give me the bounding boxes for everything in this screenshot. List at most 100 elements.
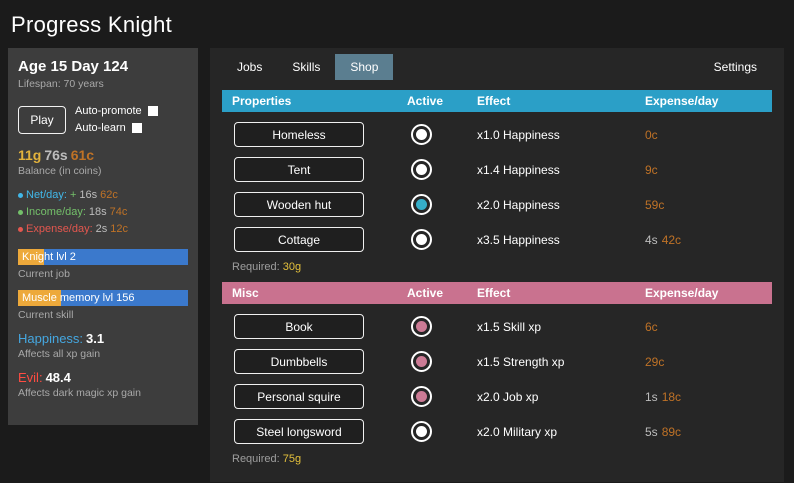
shop-content: Properties Active Effect Expense/day Hom…: [210, 80, 784, 474]
auto-promote-toggle[interactable]: Auto-promote: [75, 105, 158, 117]
layout: Age 15 Day 124 Lifespan: 70 years Play A…: [0, 48, 794, 482]
sidebar: Age 15 Day 124 Lifespan: 70 years Play A…: [8, 48, 198, 425]
expense-copper: 12c: [110, 223, 128, 235]
job-bar-label: Knight lvl 2: [18, 249, 188, 265]
indicator-dot: [416, 321, 427, 332]
active-indicator-book[interactable]: [411, 316, 432, 337]
evil-caption: Affects dark magic xp gain: [18, 387, 188, 399]
expense-per-day-row: Expense/day: 2s 12c: [18, 223, 188, 235]
play-row: Play Auto-promote Auto-learn: [18, 105, 188, 134]
current-job-progressbar: Knight lvl 2: [18, 249, 188, 265]
current-skill-progressbar: Muscle memory lvl 156: [18, 290, 188, 306]
active-indicator-steel-longsword[interactable]: [411, 421, 432, 442]
happiness-label: Happiness:: [18, 331, 83, 346]
expense-tent: 9c: [645, 163, 772, 177]
misc-col-effect: Effect: [477, 286, 645, 300]
expense-copper-value: 89c: [662, 425, 681, 439]
expense-copper-value: 9c: [645, 163, 658, 177]
income-copper: 74c: [110, 206, 128, 218]
shop-item-book-button[interactable]: Book: [234, 314, 364, 339]
active-indicator-homeless[interactable]: [411, 124, 432, 145]
shop-row-steel-longsword: Steel longsword x2.0 Military xp 5s 89c: [222, 414, 772, 449]
properties-required: Required:30g: [222, 257, 772, 282]
shop-item-personal-squire-button[interactable]: Personal squire: [234, 384, 364, 409]
net-silver: 16s: [79, 189, 97, 201]
effect-dumbbells: x1.5 Strength xp: [477, 355, 645, 369]
required-label: Required:: [232, 261, 280, 273]
misc-col-expense: Expense/day: [645, 286, 772, 300]
effect-wooden-hut: x2.0 Happiness: [477, 198, 645, 212]
expense-bullet-icon: [18, 227, 23, 232]
shop-row-cottage: Cottage x3.5 Happiness 4s42c: [222, 222, 772, 257]
shop-row-tent: Tent x1.4 Happiness 9c: [222, 152, 772, 187]
effect-steel-longsword: x2.0 Military xp: [477, 425, 645, 439]
tab-bar: Jobs Skills Shop Settings: [210, 48, 784, 80]
app-title: Progress Knight: [0, 0, 794, 48]
expense-homeless: 0c: [645, 128, 772, 142]
shop-row-dumbbells: Dumbbells x1.5 Strength xp 29c: [222, 344, 772, 379]
auto-learn-checkbox[interactable]: [132, 123, 142, 133]
shop-item-wooden-hut-button[interactable]: Wooden hut: [234, 192, 364, 217]
expense-silver-value: 4s: [645, 233, 658, 247]
auto-promote-label: Auto-promote: [75, 105, 142, 117]
tab-jobs[interactable]: Jobs: [222, 54, 277, 80]
expense-silver-value: 5s: [645, 425, 658, 439]
expense-copper-value: 59c: [645, 198, 664, 212]
shop-row-wooden-hut: Wooden hut x2.0 Happiness 59c: [222, 187, 772, 222]
misc-title: Misc: [232, 286, 407, 300]
income-silver: 18s: [89, 206, 107, 218]
balance-caption: Balance (in coins): [18, 165, 188, 177]
evil-label: Evil:: [18, 370, 43, 385]
active-indicator-cottage[interactable]: [411, 229, 432, 250]
skill-bar-label: Muscle memory lvl 156: [18, 290, 188, 306]
misc-required: Required:75g: [222, 449, 772, 474]
effect-book: x1.5 Skill xp: [477, 320, 645, 334]
tab-shop[interactable]: Shop: [335, 54, 393, 80]
income-label: Income/day:: [26, 206, 86, 218]
expense-silver-value: 1s: [645, 390, 658, 404]
active-indicator-tent[interactable]: [411, 159, 432, 180]
happiness-stat: Happiness:3.1: [18, 331, 188, 346]
effect-personal-squire: x2.0 Job xp: [477, 390, 645, 404]
active-indicator-dumbbells[interactable]: [411, 351, 432, 372]
shop-item-dumbbells-button[interactable]: Dumbbells: [234, 349, 364, 374]
auto-learn-toggle[interactable]: Auto-learn: [75, 122, 158, 134]
tab-skills[interactable]: Skills: [277, 54, 335, 80]
current-skill-caption: Current skill: [18, 309, 188, 321]
indicator-dot: [416, 199, 427, 210]
active-indicator-wooden-hut[interactable]: [411, 194, 432, 215]
play-button[interactable]: Play: [18, 106, 66, 134]
indicator-dot: [416, 234, 427, 245]
shop-item-homeless-button[interactable]: Homeless: [234, 122, 364, 147]
indicator-dot: [416, 129, 427, 140]
happiness-caption: Affects all xp gain: [18, 348, 188, 360]
shop-row-book: Book x1.5 Skill xp 6c: [222, 309, 772, 344]
expense-personal-squire: 1s18c: [645, 390, 772, 404]
balance-gold: 11g: [18, 147, 41, 163]
expense-cottage: 4s 42c: [645, 233, 772, 247]
age-text: Age 15 Day 124: [18, 58, 188, 75]
expense-copper-value: 42c: [662, 233, 681, 247]
effect-tent: x1.4 Happiness: [477, 163, 645, 177]
indicator-dot: [416, 164, 427, 175]
happiness-value: 3.1: [86, 331, 104, 346]
active-indicator-personal-squire[interactable]: [411, 386, 432, 407]
balance-copper: 61c: [71, 147, 94, 163]
indicator-dot: [416, 391, 427, 402]
misc-col-active: Active: [407, 286, 477, 300]
auto-learn-label: Auto-learn: [75, 122, 126, 134]
shop-item-tent-button[interactable]: Tent: [234, 157, 364, 182]
indicator-dot: [416, 426, 427, 437]
expense-dumbbells: 29c: [645, 355, 772, 369]
expense-silver: 2s: [96, 223, 108, 235]
properties-title: Properties: [232, 94, 407, 108]
tab-settings[interactable]: Settings: [699, 54, 772, 80]
net-plus-sign: +: [70, 189, 76, 201]
evil-value: 48.4: [46, 370, 71, 385]
main-panel: Jobs Skills Shop Settings Properties Act…: [210, 48, 784, 482]
expense-steel-longsword: 5s 89c: [645, 425, 772, 439]
auto-promote-checkbox[interactable]: [148, 106, 158, 116]
shop-item-steel-longsword-button[interactable]: Steel longsword: [234, 419, 364, 444]
shop-item-cottage-button[interactable]: Cottage: [234, 227, 364, 252]
effect-homeless: x1.0 Happiness: [477, 128, 645, 142]
